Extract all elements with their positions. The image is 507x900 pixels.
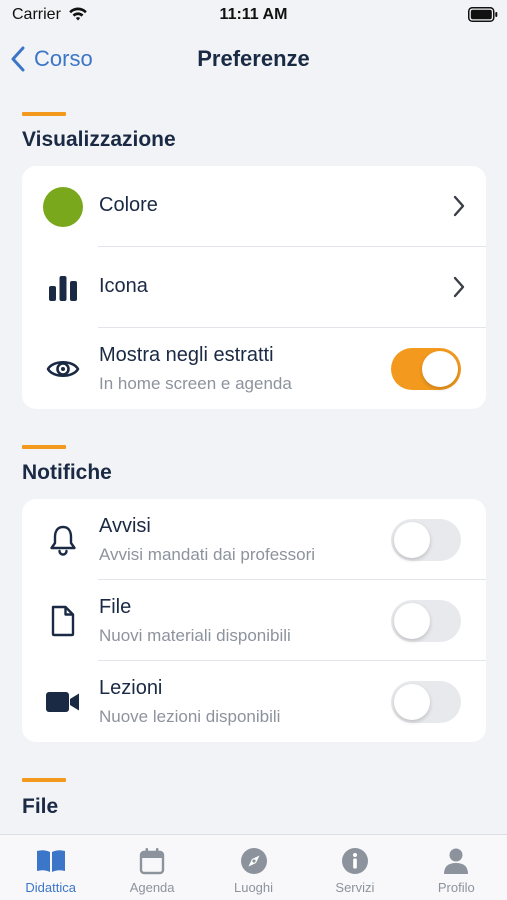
eye-icon <box>42 348 84 390</box>
video-camera-icon <box>42 681 84 723</box>
row-avvisi: Avvisi Avvisi mandati dai professori <box>22 499 486 580</box>
avvisi-toggle[interactable] <box>391 519 461 561</box>
tab-bar: Didattica Agenda Luoghi Servizi Profilo <box>0 834 507 900</box>
bell-icon <box>42 519 84 561</box>
row-sublabel: Nuovi materiali disponibili <box>99 626 291 645</box>
tab-label: Luoghi <box>233 880 274 895</box>
row-label: Avvisi <box>99 515 151 537</box>
section-title-notifiche: Notifiche <box>22 461 112 484</box>
tab-label: Agenda <box>129 880 175 895</box>
toggle-knob <box>394 522 430 558</box>
tab-profilo[interactable]: Profilo <box>406 835 507 900</box>
row-icona[interactable]: Icona <box>22 247 486 328</box>
chevron-right-icon <box>453 195 465 217</box>
row-label: Lezioni <box>99 677 163 699</box>
visualizzazione-card: Colore Icona Mostra negli estratti In ho… <box>22 166 486 409</box>
tab-luoghi[interactable]: Luoghi <box>203 835 304 900</box>
page-title: Preferenze <box>197 46 310 71</box>
status-time: 11:11 AM <box>219 6 288 23</box>
info-icon <box>340 846 370 876</box>
section-title-file: File <box>22 795 59 818</box>
row-sublabel: In home screen e agenda <box>99 374 292 393</box>
mostra-estratti-toggle[interactable] <box>391 348 461 390</box>
row-mostra-negli-estratti: Mostra negli estratti In home screen e a… <box>22 328 486 409</box>
bar-chart-icon <box>42 267 84 309</box>
toggle-knob <box>394 603 430 639</box>
section-title-visualizzazione: Visualizzazione <box>22 128 176 151</box>
status-bar: Carrier 11:11 AM <box>0 0 507 30</box>
row-file: File Nuovi materiali disponibili <box>22 580 486 661</box>
row-label: File <box>99 596 132 618</box>
file-toggle[interactable] <box>391 600 461 642</box>
battery-icon <box>468 7 498 22</box>
row-sublabel: Nuove lezioni disponibili <box>99 707 281 726</box>
toggle-knob <box>422 351 458 387</box>
tab-didattica[interactable]: Didattica <box>0 835 101 900</box>
section-accent-bar <box>22 778 66 782</box>
row-label: Icona <box>99 275 148 297</box>
row-lezioni: Lezioni Nuove lezioni disponibili <box>22 661 486 742</box>
color-dot-icon <box>42 186 84 228</box>
tab-label: Servizi <box>335 880 375 895</box>
row-label: Colore <box>99 194 158 216</box>
calendar-icon <box>137 846 167 876</box>
toggle-knob <box>394 684 430 720</box>
chevron-right-icon <box>453 276 465 298</box>
compass-icon <box>239 846 269 876</box>
notifiche-card: Avvisi Avvisi mandati dai professori Fil… <box>22 499 486 742</box>
tab-agenda[interactable]: Agenda <box>101 835 202 900</box>
section-accent-bar <box>22 112 66 116</box>
tab-label: Profilo <box>437 880 475 895</box>
row-label: Mostra negli estratti <box>99 344 274 366</box>
navigation-bar: Corso Preferenze <box>0 36 507 80</box>
file-icon <box>42 600 84 642</box>
section-accent-bar <box>22 445 66 449</box>
row-sublabel: Avvisi mandati dai professori <box>99 545 316 564</box>
tab-servizi[interactable]: Servizi <box>304 835 405 900</box>
row-colore[interactable]: Colore <box>22 166 486 247</box>
book-icon <box>36 846 66 876</box>
user-icon <box>441 846 471 876</box>
lezioni-toggle[interactable] <box>391 681 461 723</box>
tab-label: Didattica <box>25 880 76 895</box>
